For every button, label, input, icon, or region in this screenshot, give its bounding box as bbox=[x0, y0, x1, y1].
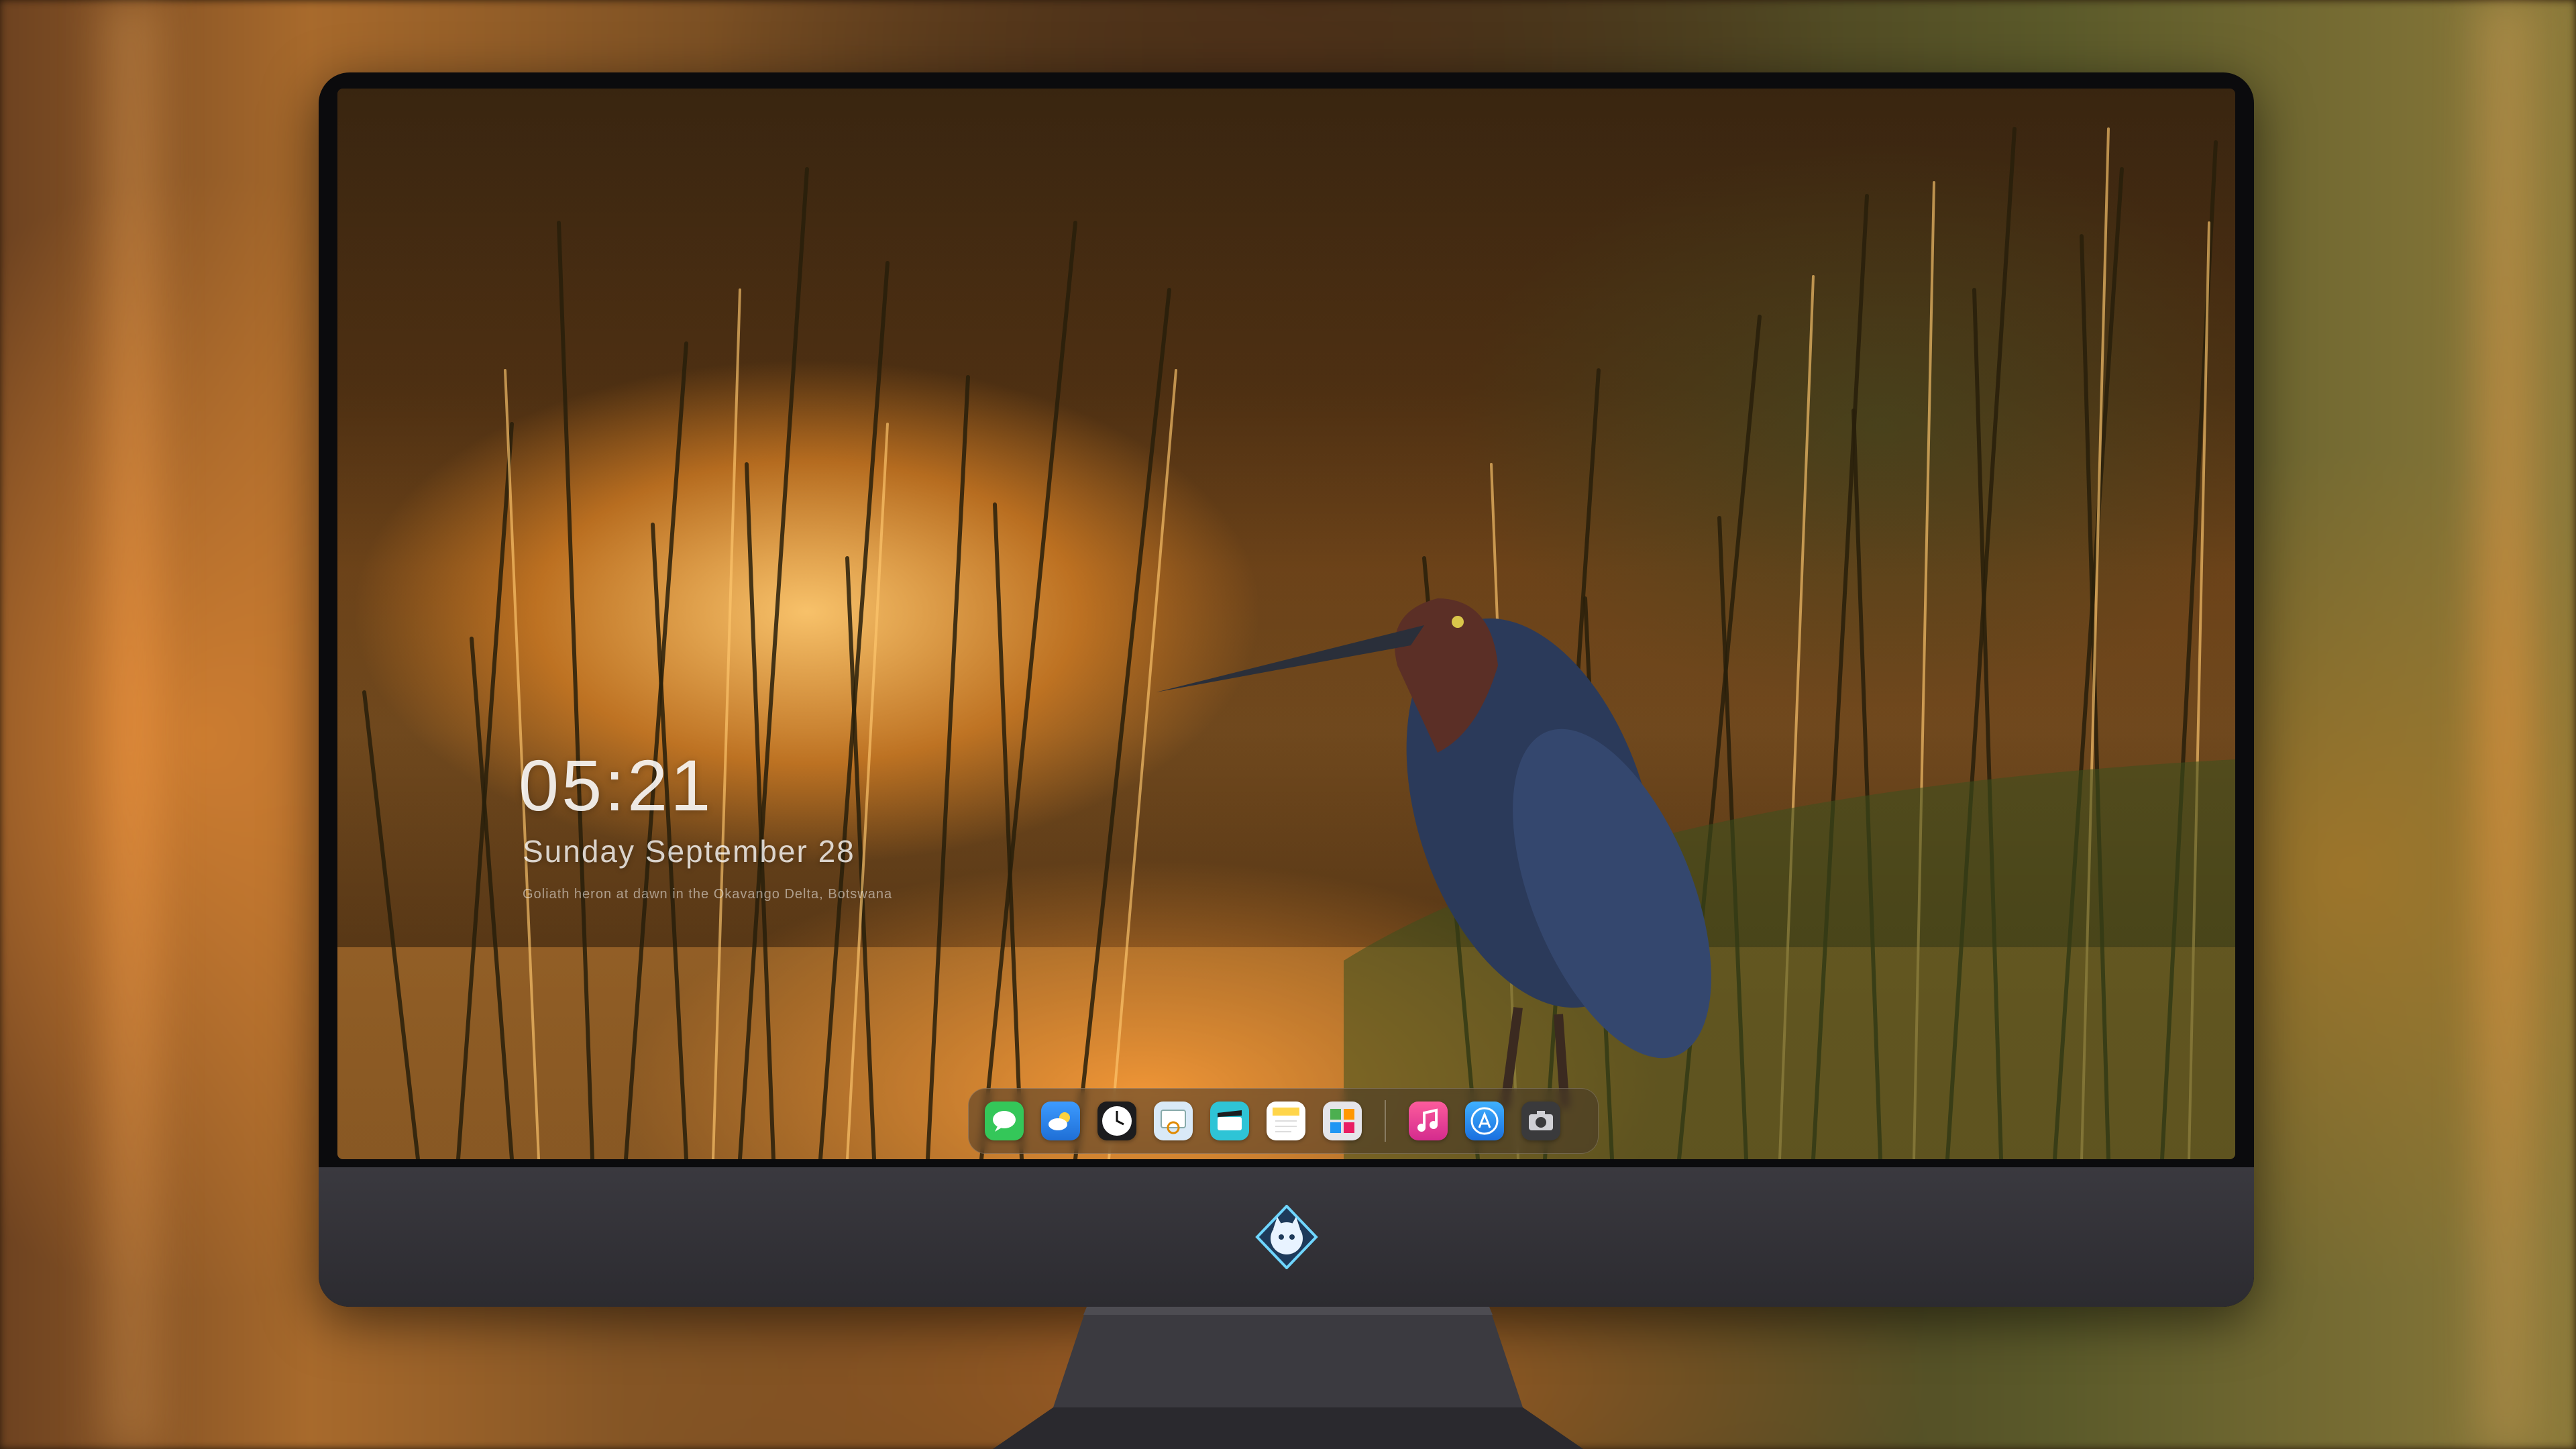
monitor-stand bbox=[993, 1307, 1583, 1449]
wallpaper-reeds bbox=[337, 127, 2235, 1159]
preview-icon[interactable] bbox=[1154, 1102, 1193, 1140]
weather-icon[interactable] bbox=[1041, 1102, 1080, 1140]
background-light-streak bbox=[101, 0, 161, 1449]
photo-booth-icon[interactable] bbox=[1323, 1102, 1362, 1140]
dock bbox=[968, 1088, 1599, 1154]
lock-screen-date: Sunday September 28 bbox=[523, 834, 855, 869]
monitor: 05:21 Sunday September 28 Goliath heron … bbox=[319, 72, 2254, 1307]
background-light-streak bbox=[2475, 0, 2536, 1449]
cat-logo-icon bbox=[1255, 1205, 1318, 1269]
notes-icon[interactable] bbox=[1267, 1102, 1305, 1140]
messages-icon[interactable] bbox=[985, 1102, 1024, 1140]
wallpaper-screen: 05:21 Sunday September 28 Goliath heron … bbox=[337, 89, 2235, 1159]
app-store-icon[interactable] bbox=[1465, 1102, 1504, 1140]
camera-icon[interactable] bbox=[1521, 1102, 1560, 1140]
music-icon[interactable] bbox=[1409, 1102, 1448, 1140]
wallpaper-caption: Goliath heron at dawn in the Okavango De… bbox=[523, 887, 893, 902]
lock-screen-time: 05:21 bbox=[519, 745, 714, 826]
clips-icon[interactable] bbox=[1210, 1102, 1249, 1140]
monitor-chin bbox=[319, 1167, 2254, 1307]
clock-icon[interactable] bbox=[1097, 1102, 1136, 1140]
dock-separator bbox=[1385, 1100, 1386, 1142]
